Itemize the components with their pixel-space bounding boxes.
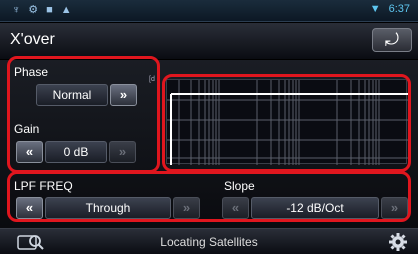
back-button[interactable]: ⤾ — [372, 28, 412, 52]
highlight-frame-phase-gain — [7, 56, 160, 173]
status-message: Locating Satellites — [160, 235, 258, 249]
bottom-bar: Locating Satellites — [0, 228, 418, 254]
clock-time: 6:37 — [388, 3, 410, 15]
wifi-icon: ▼ — [369, 3, 381, 15]
sync-icon: ⚙ — [28, 4, 39, 16]
gear-icon[interactable] — [388, 232, 408, 252]
status-icons-left: ♆ ⚙ ■ ▲ — [12, 3, 72, 17]
message-icon: ■ — [46, 3, 53, 16]
page-title: X'over — [10, 31, 55, 48]
highlight-frame-lpf-slope — [7, 171, 411, 222]
back-icon: ⤾ — [384, 30, 400, 49]
warning-icon: ▲ — [60, 3, 72, 16]
status-icons-right: ▼ 6:37 — [370, 3, 410, 15]
title-bar: X'over ⤾ — [0, 23, 418, 59]
status-bar: ♆ ⚙ ■ ▲ ▼ 6:37 — [0, 0, 418, 22]
highlight-frame-graph — [162, 74, 411, 172]
usb-icon: ♆ — [12, 3, 21, 16]
settings-gear-icon — [389, 233, 407, 251]
